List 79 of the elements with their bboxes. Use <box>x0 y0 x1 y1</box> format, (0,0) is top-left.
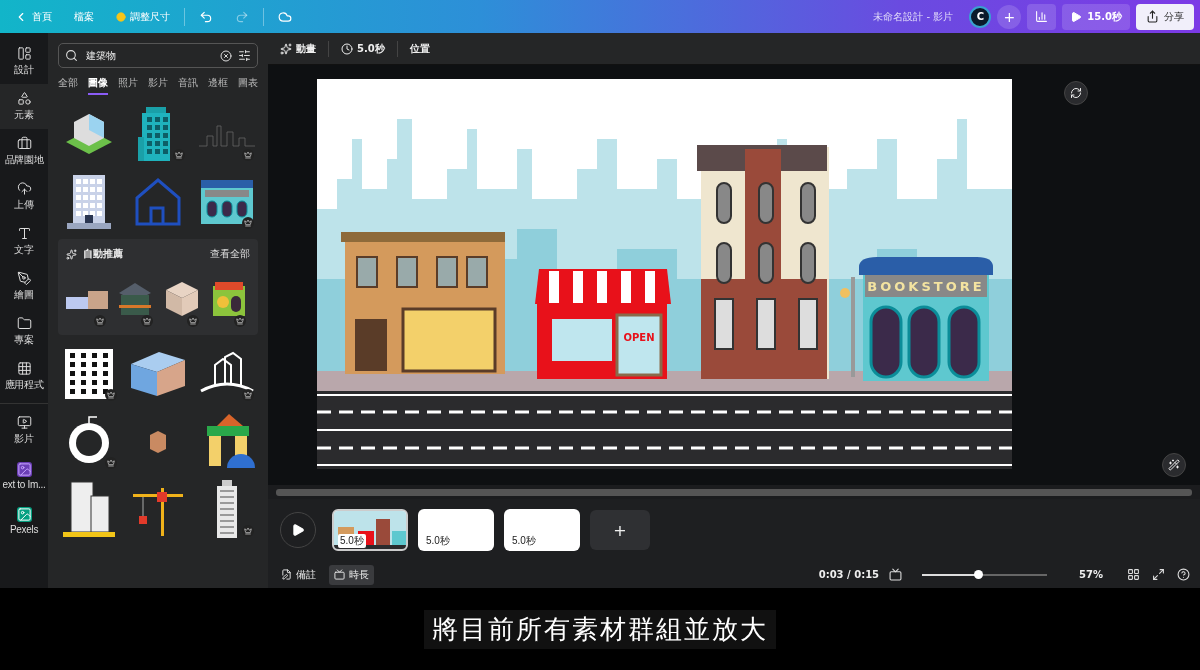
notes-icon <box>281 569 292 580</box>
clock-icon <box>341 42 353 55</box>
filter-tab[interactable]: 圖像 <box>88 76 108 95</box>
building-image <box>148 429 168 453</box>
position-button[interactable]: 位置 <box>405 41 434 56</box>
notes-button[interactable]: 備註 <box>276 564 321 585</box>
search-icon <box>65 49 78 62</box>
share-button[interactable]: 分享 <box>1136 3 1194 30</box>
briefcase-icon <box>16 136 32 151</box>
play-icon <box>291 523 305 537</box>
filter-tab[interactable]: 邊框 <box>208 76 228 95</box>
scene-thumbnail <box>334 511 406 549</box>
layout-icon <box>16 46 32 61</box>
building-image <box>198 351 255 395</box>
bookstore-sign: BOOKSTORE <box>866 279 985 294</box>
image-icon <box>16 461 32 477</box>
video-icon <box>16 415 32 430</box>
page-view-icon[interactable] <box>887 568 905 581</box>
text-icon <box>16 226 32 241</box>
scrollbar-thumb[interactable] <box>276 488 1192 496</box>
sidebar-item[interactable]: 元素 <box>0 84 48 129</box>
building-image <box>198 178 255 224</box>
clear-icon[interactable] <box>220 49 232 62</box>
sidebar-item[interactable]: 影片 <box>0 408 48 453</box>
sidebar-item[interactable]: Pexels <box>0 498 48 543</box>
add-clip-button[interactable]: + <box>590 510 650 550</box>
sidebar-item[interactable]: 繪圖 <box>0 264 48 309</box>
sidebar-item[interactable]: 文字 <box>0 219 48 264</box>
time-readout: 0:03 / 0:15 <box>818 569 880 580</box>
design-title: 未命名設計 - 影片 <box>873 9 954 24</box>
filter-tab[interactable]: 全部 <box>58 76 78 95</box>
filter-tab[interactable]: 照片 <box>118 76 138 95</box>
help-icon[interactable] <box>1175 568 1192 581</box>
sidebar-item[interactable]: ext to Im... <box>0 453 48 498</box>
subtitle-caption: 將目前所有素材群組並放大 <box>424 609 776 649</box>
magic-wand-icon[interactable] <box>1162 453 1186 477</box>
user-avatar[interactable]: C <box>969 5 992 28</box>
zoom-percent: 57% <box>1079 569 1103 580</box>
sidebar-item[interactable]: 專案 <box>0 309 48 354</box>
play-icon <box>1070 10 1083 23</box>
open-sign: OPEN <box>623 332 654 343</box>
sidebar-item[interactable]: 品牌園地 <box>0 129 48 174</box>
building-image <box>164 280 200 318</box>
folder-icon <box>16 316 32 331</box>
grid-view-icon[interactable] <box>1125 568 1142 581</box>
sparkle-icon <box>280 42 292 55</box>
filter-icon[interactable] <box>238 49 251 62</box>
animate-button[interactable]: 動畫 <box>276 41 320 56</box>
pen-icon <box>16 271 32 286</box>
search-field[interactable]: 建築物 <box>58 43 258 68</box>
sparkle-icon <box>66 248 77 260</box>
sidebar-item[interactable]: 設計 <box>0 39 48 84</box>
chart-icon[interactable] <box>1027 3 1057 30</box>
add-user-button[interactable]: + <box>997 4 1022 29</box>
timeline-clip[interactable]: 5.0秒 <box>504 509 580 551</box>
image-icon <box>16 506 32 522</box>
refresh-icon[interactable] <box>1064 81 1088 105</box>
filter-tab[interactable]: 音訊 <box>178 76 198 95</box>
grid-icon <box>16 361 32 376</box>
fullscreen-icon[interactable] <box>1150 568 1167 581</box>
timeline-clip[interactable]: 5.0秒 <box>332 509 408 551</box>
building-image <box>67 173 112 229</box>
see-all-link[interactable]: 查看全部 <box>210 247 250 261</box>
play-button[interactable]: 15.0秒 <box>1062 3 1130 30</box>
upload-icon <box>16 181 32 196</box>
timeline-clip[interactable]: 5.0秒 <box>418 509 494 551</box>
sidebar-item[interactable]: 上傳 <box>0 174 48 219</box>
search-input[interactable]: 建築物 <box>84 49 214 62</box>
duration-toggle[interactable]: 時長 <box>329 564 374 585</box>
filter-tab[interactable]: 影片 <box>148 76 168 95</box>
screen-icon <box>334 569 345 580</box>
share-icon <box>1146 10 1159 23</box>
filter-tab[interactable]: 圖表 <box>238 76 258 95</box>
recommendation-title: 自動推薦 <box>83 247 123 261</box>
shapes-icon <box>16 91 32 106</box>
building-image <box>133 176 183 226</box>
building-image <box>61 480 118 538</box>
sidebar-item[interactable]: 應用程式 <box>0 354 48 399</box>
duration-button[interactable]: 5.0秒 <box>337 41 389 56</box>
